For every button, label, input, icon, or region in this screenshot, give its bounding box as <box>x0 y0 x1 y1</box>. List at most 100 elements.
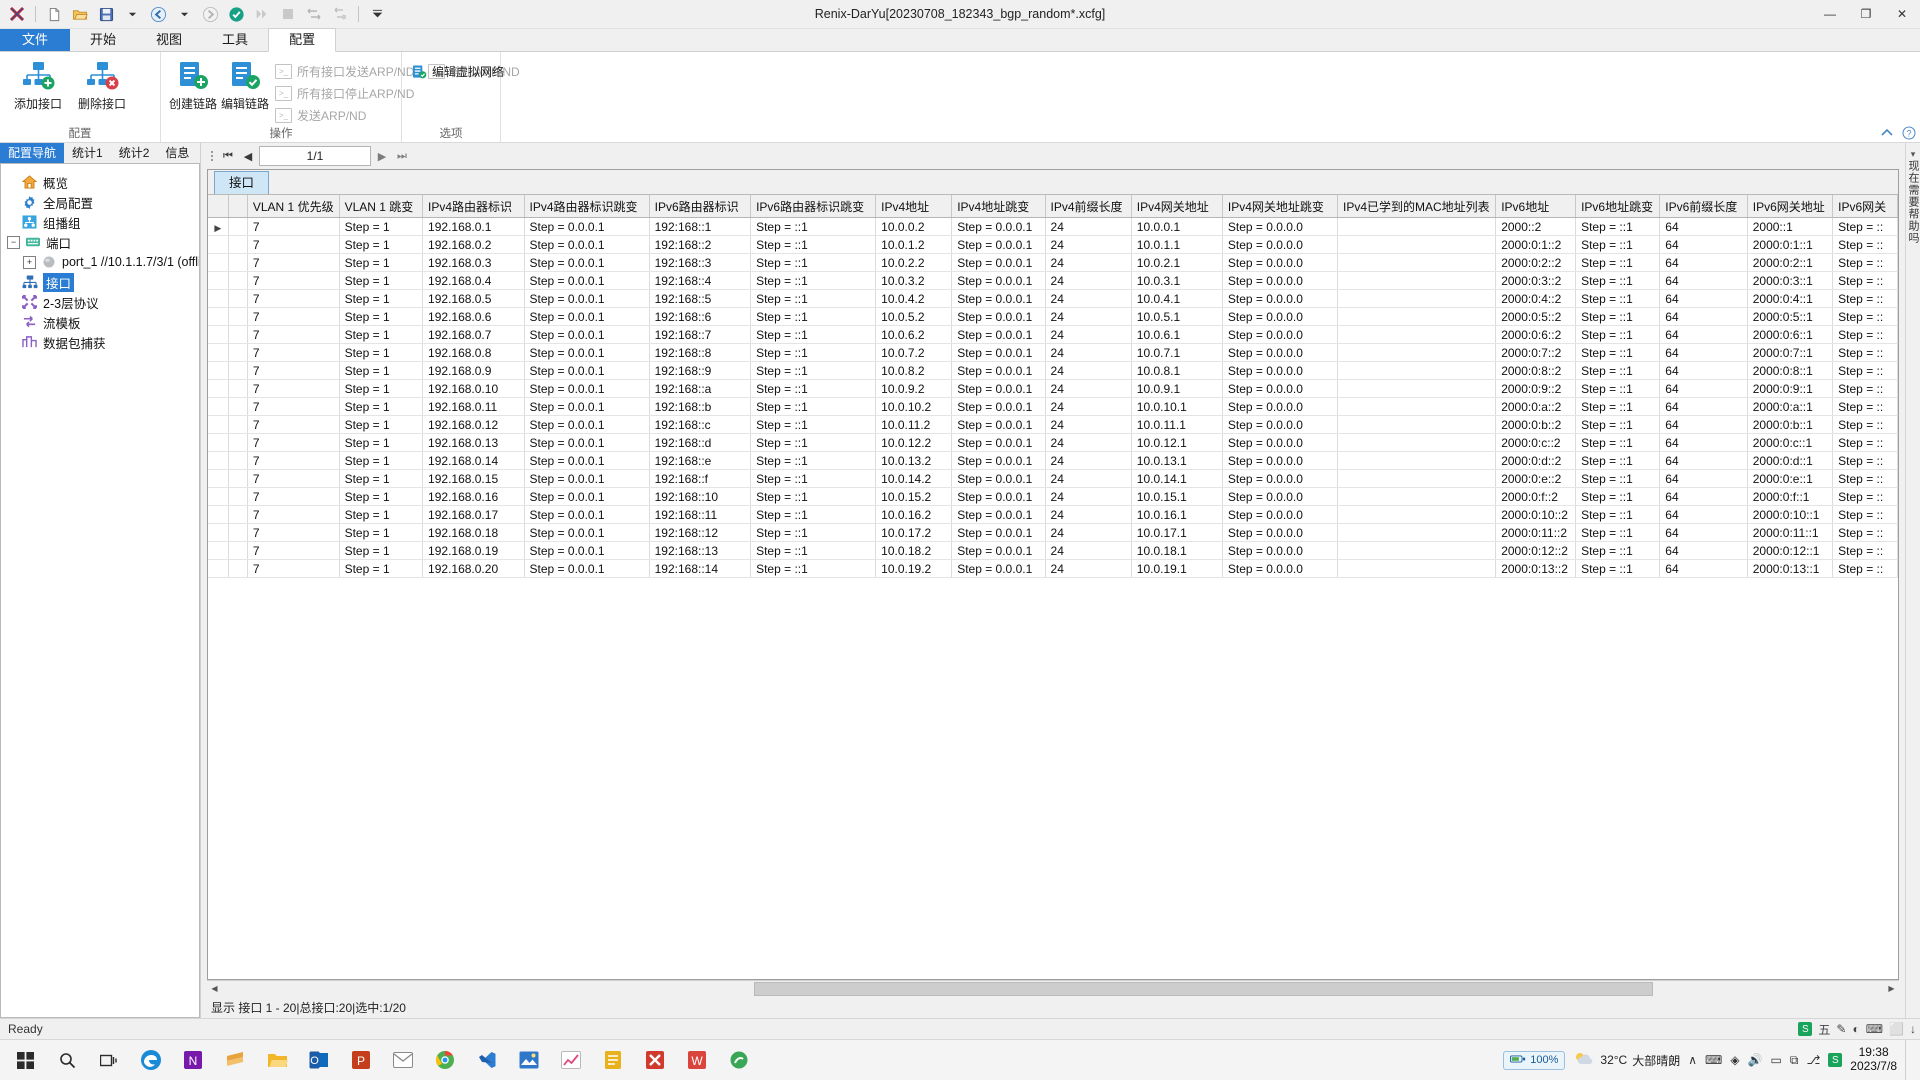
table-row[interactable]: 7Step = 1192.168.0.8Step = 0.0.0.1192:16… <box>208 344 1898 362</box>
cell-ipv6_addr_step[interactable]: Step = ::1 <box>1576 344 1660 362</box>
column-header-ipv6-router-id[interactable]: IPv6路由器标识 <box>649 195 750 218</box>
tree-item-packet-capture[interactable]: 数据包捕获 <box>1 332 199 352</box>
row-select-cell[interactable] <box>228 452 247 470</box>
cell-ipv4_gateway_step[interactable]: Step = 0.0.0.0 <box>1222 272 1337 290</box>
cell-ipv4_router_id[interactable]: 192.168.0.4 <box>423 272 524 290</box>
cell-ipv6_addr[interactable]: 2000:0:5::2 <box>1496 308 1576 326</box>
cell-ipv4_prefix_len[interactable]: 24 <box>1045 290 1131 308</box>
cell-ipv6_router_id_step[interactable]: Step = ::1 <box>751 272 876 290</box>
apply-check-icon[interactable] <box>225 3 247 25</box>
cell-ipv4_addr[interactable]: 10.0.9.2 <box>876 380 952 398</box>
cell-ipv4_prefix_len[interactable]: 24 <box>1045 254 1131 272</box>
cell-ipv6_router_id[interactable]: 192:168::5 <box>649 290 750 308</box>
nav-tab-stats2[interactable]: 统计2 <box>111 143 158 163</box>
cell-ipv6_addr_step[interactable]: Step = ::1 <box>1576 326 1660 344</box>
cell-vlan1_priority[interactable]: 7 <box>247 308 339 326</box>
cell-ipv4_prefix_len[interactable]: 24 <box>1045 524 1131 542</box>
table-row[interactable]: 7Step = 1192.168.0.10Step = 0.0.0.1192:1… <box>208 380 1898 398</box>
cell-ipv4_gateway[interactable]: 10.0.1.1 <box>1131 236 1222 254</box>
cell-vlan1_step[interactable]: Step = 1 <box>339 308 422 326</box>
column-header-ipv4-addr[interactable]: IPv4地址 <box>876 195 952 218</box>
app-sublime-icon[interactable] <box>214 1040 256 1080</box>
cell-ipv4_prefix_len[interactable]: 24 <box>1045 488 1131 506</box>
row-select-cell[interactable] <box>228 236 247 254</box>
ribbon-tab-file[interactable]: 文件 <box>0 29 70 51</box>
cell-ipv6_router_id[interactable]: 192:168::a <box>649 380 750 398</box>
scrollbar-track[interactable] <box>222 981 1884 996</box>
cell-ipv6_addr_step[interactable]: Step = ::1 <box>1576 542 1660 560</box>
send-arp-nd-all-interfaces-button[interactable]: >_ 所有接口发送ARP/ND <box>271 62 418 81</box>
app-charts-icon[interactable] <box>550 1040 592 1080</box>
cell-vlan1_step[interactable]: Step = 1 <box>339 290 422 308</box>
cell-ipv4_gateway_step[interactable]: Step = 0.0.0.0 <box>1222 218 1337 236</box>
cell-ipv4_gateway[interactable]: 10.0.12.1 <box>1131 434 1222 452</box>
cell-ipv4_router_id[interactable]: 192.168.0.16 <box>423 488 524 506</box>
table-row[interactable]: 7Step = 1192.168.0.2Step = 0.0.0.1192:16… <box>208 236 1898 254</box>
windows-start-icon[interactable] <box>4 1040 46 1080</box>
cell-ipv4_router_id[interactable]: 192.168.0.14 <box>423 452 524 470</box>
table-row[interactable]: 7Step = 1192.168.0.6Step = 0.0.0.1192:16… <box>208 308 1898 326</box>
cell-ipv6_router_id_step[interactable]: Step = ::1 <box>751 344 876 362</box>
cell-ipv6_prefix_len[interactable]: 64 <box>1660 380 1747 398</box>
cell-ipv4_gateway[interactable]: 10.0.15.1 <box>1131 488 1222 506</box>
cell-ipv6_addr[interactable]: 2000:0:e::2 <box>1496 470 1576 488</box>
cell-ipv4_prefix_len[interactable]: 24 <box>1045 380 1131 398</box>
table-row[interactable]: 7Step = 1192.168.0.9Step = 0.0.0.1192:16… <box>208 362 1898 380</box>
cell-vlan1_priority[interactable]: 7 <box>247 452 339 470</box>
row-select-cell[interactable] <box>228 542 247 560</box>
cell-vlan1_priority[interactable]: 7 <box>247 254 339 272</box>
cell-ipv4_addr[interactable]: 10.0.1.2 <box>876 236 952 254</box>
app-edge-icon[interactable] <box>130 1040 172 1080</box>
app-mail-icon[interactable] <box>382 1040 424 1080</box>
grid-tab-interface[interactable]: 接口 <box>214 171 269 194</box>
cell-ipv6_addr[interactable]: 2000:0:a::2 <box>1496 398 1576 416</box>
app-photos-icon[interactable] <box>508 1040 550 1080</box>
cell-ipv4_addr_step[interactable]: Step = 0.0.0.1 <box>952 254 1045 272</box>
cell-ipv4_router_id_step[interactable]: Step = 0.0.0.1 <box>524 236 649 254</box>
cell-ipv4_router_id_step[interactable]: Step = 0.0.0.1 <box>524 218 649 236</box>
save-icon[interactable] <box>95 3 117 25</box>
cell-ipv6_gateway[interactable]: 2000:0:1::1 <box>1747 236 1832 254</box>
app-onenote-icon[interactable]: N <box>172 1040 214 1080</box>
app-outlook-icon[interactable]: O <box>298 1040 340 1080</box>
cell-ipv6_gateway[interactable]: 2000:0:d::1 <box>1747 452 1832 470</box>
table-row[interactable]: 7Step = 1192.168.0.15Step = 0.0.0.1192:1… <box>208 470 1898 488</box>
cell-ipv4_addr_step[interactable]: Step = 0.0.0.1 <box>952 308 1045 326</box>
cell-ipv6_router_id[interactable]: 192:168::1 <box>649 218 750 236</box>
cell-ipv4_gateway_step[interactable]: Step = 0.0.0.0 <box>1222 434 1337 452</box>
cell-ipv4_router_id_step[interactable]: Step = 0.0.0.1 <box>524 344 649 362</box>
cell-ipv4_learned_mac[interactable] <box>1337 470 1495 488</box>
row-select-cell[interactable] <box>228 308 247 326</box>
tree-item-overview[interactable]: 概览 <box>1 172 199 192</box>
cell-ipv6_addr_step[interactable]: Step = ::1 <box>1576 272 1660 290</box>
send-arp-nd-button[interactable]: >_ 发送ARP/ND <box>271 106 418 125</box>
cell-ipv4_router_id[interactable]: 192.168.0.20 <box>423 560 524 578</box>
cell-ipv6_gateway_step[interactable]: Step = :: <box>1833 362 1898 380</box>
config-navigation-tree[interactable]: 概览 全局配置 组播组 − <box>0 163 200 1018</box>
row-select-cell[interactable] <box>228 488 247 506</box>
cell-ipv6_gateway[interactable]: 2000::1 <box>1747 218 1832 236</box>
ribbon-tab-tools[interactable]: 工具 <box>202 29 268 51</box>
cell-ipv6_addr_step[interactable]: Step = ::1 <box>1576 290 1660 308</box>
cell-ipv6_gateway_step[interactable]: Step = :: <box>1833 470 1898 488</box>
row-select-cell[interactable] <box>228 362 247 380</box>
row-select-cell[interactable] <box>228 380 247 398</box>
cell-ipv6_addr[interactable]: 2000:0:11::2 <box>1496 524 1576 542</box>
cell-vlan1_step[interactable]: Step = 1 <box>339 398 422 416</box>
cell-ipv6_gateway[interactable]: 2000:0:c::1 <box>1747 434 1832 452</box>
cell-ipv6_addr[interactable]: 2000:0:b::2 <box>1496 416 1576 434</box>
cell-ipv4_router_id[interactable]: 192.168.0.5 <box>423 290 524 308</box>
cell-ipv4_prefix_len[interactable]: 24 <box>1045 470 1131 488</box>
cell-vlan1_step[interactable]: Step = 1 <box>339 470 422 488</box>
cell-ipv6_prefix_len[interactable]: 64 <box>1660 308 1747 326</box>
cell-ipv6_addr[interactable]: 2000:0:8::2 <box>1496 362 1576 380</box>
cell-ipv6_prefix_len[interactable]: 64 <box>1660 560 1747 578</box>
cell-ipv6_prefix_len[interactable]: 64 <box>1660 218 1747 236</box>
table-row[interactable]: 7Step = 1192.168.0.4Step = 0.0.0.1192:16… <box>208 272 1898 290</box>
cell-ipv4_gateway_step[interactable]: Step = 0.0.0.0 <box>1222 488 1337 506</box>
cell-ipv4_router_id[interactable]: 192.168.0.9 <box>423 362 524 380</box>
cell-ipv4_gateway_step[interactable]: Step = 0.0.0.0 <box>1222 380 1337 398</box>
cell-ipv6_gateway_step[interactable]: Step = :: <box>1833 380 1898 398</box>
maximize-button[interactable]: ❐ <box>1848 0 1884 28</box>
cell-ipv6_prefix_len[interactable]: 64 <box>1660 524 1747 542</box>
